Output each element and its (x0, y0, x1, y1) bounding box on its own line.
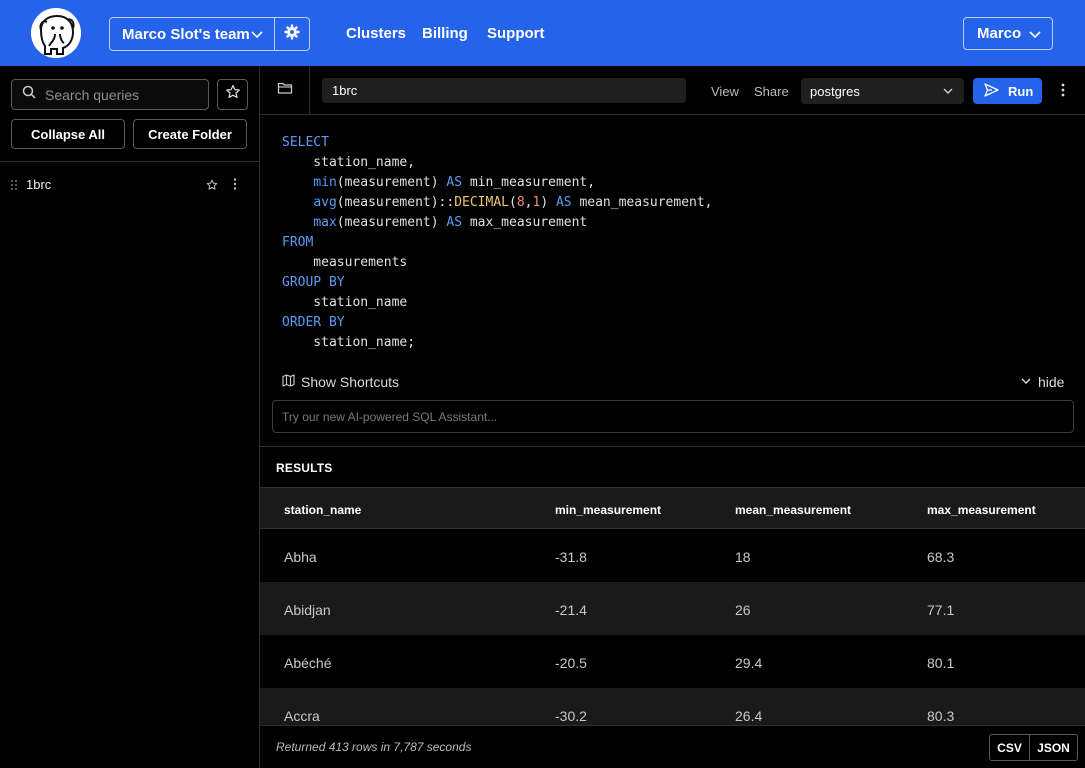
nav-billing[interactable]: Billing (422, 25, 468, 42)
send-icon (984, 82, 999, 100)
favorites-filter-button[interactable] (217, 79, 248, 110)
query-workspace: View Share postgres Run SELECT station_n… (260, 66, 1085, 768)
user-menu-button[interactable]: Marco (963, 17, 1053, 50)
table-cell: 18 (735, 549, 751, 565)
table-cell: -20.5 (555, 655, 587, 671)
hide-editor-button[interactable]: hide (1020, 374, 1064, 390)
user-name: Marco (977, 25, 1022, 42)
table-cell: -21.4 (555, 602, 587, 618)
table-cell: -31.8 (555, 549, 587, 565)
table-row: Abha -31.8 18 68.3 (260, 529, 1085, 582)
top-navbar: Marco Slot's team Clusters Billing Suppo… (0, 0, 1085, 66)
table-cell: Abéché (284, 655, 332, 671)
search-icon (22, 85, 36, 104)
column-header[interactable]: max_measurement (927, 503, 1036, 517)
table-row: Abidjan -21.4 26 77.1 (260, 582, 1085, 635)
sidebar-query-item[interactable]: 1brc (0, 173, 259, 195)
chevron-down-icon (249, 26, 265, 46)
view-button[interactable]: View (711, 84, 739, 99)
star-icon[interactable] (206, 178, 218, 196)
sql-editor[interactable]: SELECT station_name, min(measurement) AS… (260, 116, 1085, 366)
sidebar-divider (0, 161, 259, 162)
show-shortcuts-button[interactable]: Show Shortcuts (282, 374, 399, 390)
column-header[interactable]: min_measurement (555, 503, 661, 517)
nav-clusters[interactable]: Clusters (346, 25, 406, 42)
create-folder-button[interactable]: Create Folder (133, 119, 247, 149)
results-title: RESULTS (276, 461, 333, 475)
search-input[interactable] (45, 86, 195, 103)
chevron-down-icon (1027, 26, 1043, 46)
folder-icon (277, 81, 293, 100)
query-toolbar: View Share postgres Run (260, 66, 1085, 115)
results-table-body: Abha -31.8 18 68.3 Abidjan -21.4 26 77.1… (260, 529, 1085, 725)
results-status: Returned 413 rows in 7,787 seconds (276, 740, 472, 754)
gear-icon (284, 24, 300, 45)
hide-label: hide (1038, 374, 1065, 390)
database-select[interactable]: postgres (801, 78, 964, 104)
star-icon (225, 84, 241, 105)
table-cell: 26.4 (735, 708, 763, 724)
more-options-icon[interactable] (232, 177, 238, 196)
results-divider (260, 446, 1085, 447)
results-footer: Returned 413 rows in 7,787 seconds CSV J… (260, 725, 1085, 768)
map-icon (282, 374, 295, 390)
table-cell: -30.2 (555, 708, 587, 724)
table-cell: Abidjan (284, 602, 331, 618)
run-button[interactable]: Run (973, 78, 1042, 104)
collapse-all-button[interactable]: Collapse All (11, 119, 125, 149)
more-options-icon[interactable] (1060, 82, 1066, 103)
table-cell: 26 (735, 602, 751, 618)
column-header[interactable]: station_name (284, 503, 361, 517)
chevron-down-icon (1020, 374, 1032, 390)
drag-handle-icon[interactable] (10, 178, 18, 196)
elephant-logo-icon[interactable] (31, 8, 81, 58)
database-name: postgres (810, 83, 860, 99)
sql-code[interactable]: SELECT station_name, min(measurement) AS… (282, 133, 713, 353)
table-cell: 68.3 (927, 549, 955, 565)
table-cell: 77.1 (927, 602, 955, 618)
share-button[interactable]: Share (754, 84, 789, 99)
table-cell: Abha (284, 549, 317, 565)
show-shortcuts-label: Show Shortcuts (301, 374, 400, 390)
nav-support[interactable]: Support (487, 25, 545, 42)
ai-assistant-input[interactable] (272, 400, 1074, 433)
folder-button[interactable] (260, 66, 310, 115)
queries-sidebar: Collapse All Create Folder 1brc (0, 66, 260, 768)
results-table-header: station_name min_measurement mean_measur… (260, 487, 1085, 529)
export-csv-button[interactable]: CSV (989, 734, 1030, 761)
table-cell: 29.4 (735, 655, 763, 671)
team-settings-button[interactable] (275, 17, 310, 51)
table-cell: 80.3 (927, 708, 955, 724)
chevron-down-icon (942, 85, 954, 100)
table-row: Abéché -20.5 29.4 80.1 (260, 635, 1085, 688)
search-box[interactable] (11, 79, 209, 110)
export-json-button[interactable]: JSON (1030, 734, 1078, 761)
table-row: Accra -30.2 26.4 80.3 (260, 688, 1085, 725)
run-label: Run (1008, 83, 1034, 99)
query-name: 1brc (26, 177, 52, 192)
team-select[interactable]: Marco Slot's team (109, 17, 275, 51)
query-name-input[interactable] (322, 78, 686, 103)
table-cell: 80.1 (927, 655, 955, 671)
team-name: Marco Slot's team (122, 25, 250, 43)
table-cell: Accra (284, 708, 320, 724)
column-header[interactable]: mean_measurement (735, 503, 851, 517)
